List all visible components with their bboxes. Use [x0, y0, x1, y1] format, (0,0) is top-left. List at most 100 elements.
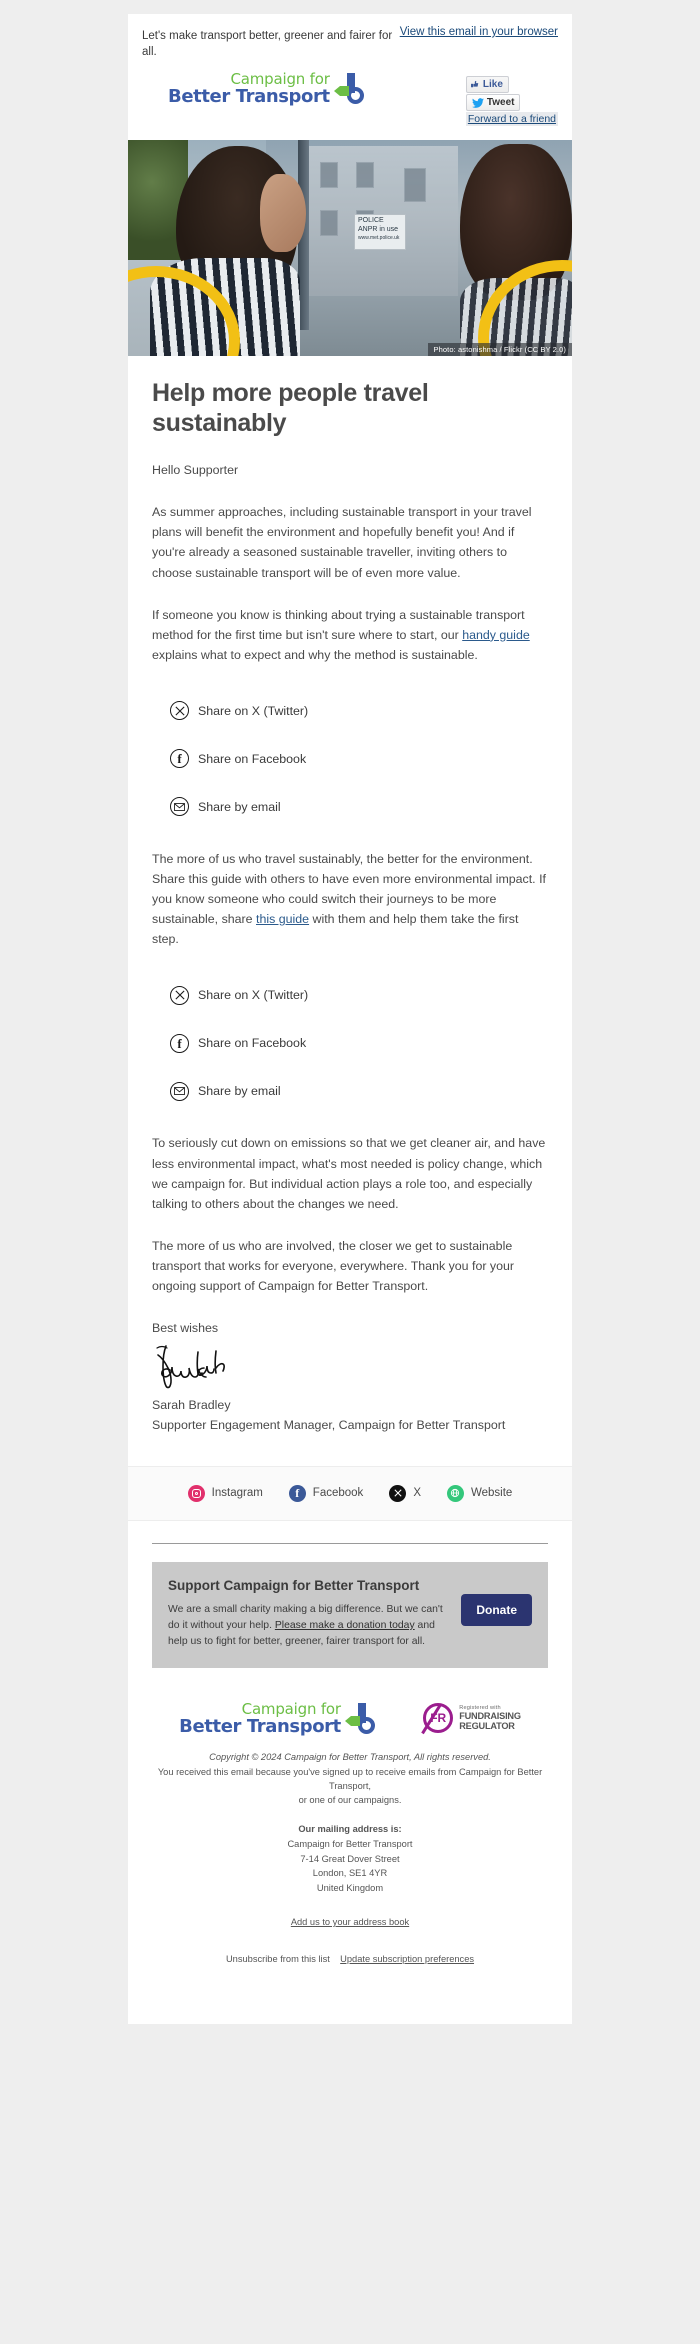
donation-link[interactable]: Please make a donation today: [275, 1620, 415, 1631]
paragraph-1: As summer approaches, including sustaina…: [152, 505, 532, 580]
share-by-email-label: Share by email: [198, 799, 281, 814]
email-footer: Campaign for Better Transport FR Registe…: [128, 1692, 572, 1991]
envelope-icon: [170, 1081, 189, 1101]
x-icon: [170, 701, 189, 721]
signer-name: Sarah Bradley: [152, 1398, 231, 1413]
share-by-email-label-2: Share by email: [198, 1084, 281, 1099]
share-on-x-label: Share on X (Twitter): [198, 703, 309, 718]
greeting-text: Hello Supporter: [152, 463, 239, 478]
share-group-2: Share on X (Twitter) f Share on Facebook…: [152, 971, 548, 1115]
address-line-2: 7-14 Great Dover Street: [300, 1853, 400, 1864]
social-link-instagram[interactable]: Instagram: [187, 1484, 263, 1502]
copyright-text: Copyright © 2024 Campaign for Better Tra…: [209, 1752, 491, 1763]
page-title: Help more people travel sustainably: [152, 379, 429, 438]
social-label-facebook: Facebook: [312, 1487, 364, 1500]
brand-mark-icon: [333, 72, 366, 106]
facebook-icon: f: [170, 1033, 189, 1053]
facebook-icon: f: [288, 1484, 306, 1502]
footer-brand-logo[interactable]: Campaign for Better Transport: [179, 1700, 377, 1736]
fr-badge-icon: FR: [423, 1703, 454, 1734]
forward-to-friend-link[interactable]: Forward to a friend: [465, 112, 558, 127]
p2-after: explains what to expect and why the meth…: [152, 647, 478, 662]
photo-credit: Photo: astonishma / Flickr (CC BY 2.0): [427, 343, 572, 357]
email-header: Campaign for Better Transport Like Tweet…: [128, 64, 572, 141]
share-on-facebook-label: Share on Facebook: [198, 751, 307, 766]
footer-logos: Campaign for Better Transport FR Registe…: [152, 1696, 548, 1750]
signer-title: Supporter Engagement Manager, Campaign f…: [152, 1418, 506, 1432]
fr-name-line-1: FUNDRAISING: [459, 1711, 521, 1722]
brand-logo[interactable]: Campaign for Better Transport: [142, 70, 366, 106]
social-label-x: X: [413, 1487, 421, 1500]
support-block: Support Campaign for Better Transport We…: [152, 1561, 548, 1669]
footer-copyright-block: Copyright © 2024 Campaign for Better Tra…: [152, 1750, 548, 1808]
share-on-x-label-2: Share on X (Twitter): [198, 988, 309, 1003]
x-icon: [170, 985, 189, 1005]
email-body: Help more people travel sustainably Hell…: [128, 356, 572, 1452]
address-line-3: London, SE1 4YR: [312, 1868, 388, 1879]
reason-line-1: You received this email because you've s…: [157, 1766, 543, 1792]
preheader: Let's make transport better, greener and…: [128, 14, 572, 65]
share-by-email-row[interactable]: Share by email: [152, 783, 548, 831]
social-label-instagram: Instagram: [211, 1487, 263, 1500]
twitter-tweet-button[interactable]: Tweet: [465, 94, 521, 112]
social-link-facebook[interactable]: f Facebook: [288, 1484, 364, 1502]
share-by-email-row-2[interactable]: Share by email: [152, 1067, 548, 1115]
paragraph-5: The more of us who are involved, the clo…: [152, 1238, 515, 1293]
update-preferences-link[interactable]: Update subscription preferences: [340, 1954, 474, 1964]
twitter-bird-icon: [471, 97, 484, 108]
best-wishes-text: Best wishes: [152, 1321, 219, 1336]
share-on-x-row[interactable]: Share on X (Twitter): [152, 687, 548, 735]
share-on-facebook-row-2[interactable]: f Share on Facebook: [152, 1019, 548, 1067]
social-link-website[interactable]: Website: [446, 1484, 513, 1502]
brand-line-2: Better Transport: [168, 85, 330, 107]
donate-button[interactable]: Donate: [461, 1593, 532, 1626]
share-on-x-row-2[interactable]: Share on X (Twitter): [152, 971, 548, 1019]
fundraising-regulator-logo: FR Registered with FUNDRAISING REGULATOR: [423, 1703, 521, 1734]
social-links-bar: Instagram f Facebook X Website: [128, 1465, 572, 1521]
address-line-4: United Kingdom: [316, 1883, 384, 1894]
mailing-address-block: Our mailing address is: Campaign for Bet…: [152, 1822, 548, 1896]
address-line-1: Campaign for Better Transport: [287, 1838, 413, 1849]
share-on-facebook-label-2: Share on Facebook: [198, 1036, 307, 1051]
view-in-browser-link[interactable]: View this email in your browser: [400, 26, 558, 38]
social-link-x[interactable]: X: [389, 1484, 421, 1502]
facebook-icon: f: [170, 749, 189, 769]
facebook-like-label: Like: [482, 79, 503, 91]
support-title: Support Campaign for Better Transport: [168, 1577, 420, 1593]
add-to-address-book-link[interactable]: Add us to your address book: [291, 1917, 409, 1927]
support-copy: We are a small charity making a big diff…: [168, 1602, 447, 1650]
footer-spacer: [128, 1990, 572, 2024]
email-container: Let's make transport better, greener and…: [128, 14, 572, 2025]
envelope-icon: [170, 797, 189, 817]
share-on-facebook-row[interactable]: f Share on Facebook: [152, 735, 548, 783]
brand-mark-icon: [344, 1702, 377, 1736]
x-icon: [389, 1484, 407, 1502]
facebook-like-button[interactable]: Like: [465, 76, 509, 94]
address-book-row: Add us to your address book: [152, 1912, 548, 1930]
footer-subscription-row: Unsubscribe from this list Update subscr…: [152, 1950, 548, 1964]
paragraph-2: If someone you know is thinking about tr…: [152, 605, 548, 665]
unsubscribe-link[interactable]: Unsubscribe from this list: [226, 1954, 330, 1964]
address-heading: Our mailing address is:: [298, 1823, 402, 1834]
footer-divider: [152, 1542, 548, 1544]
twitter-tweet-label: Tweet: [486, 97, 515, 109]
share-group-1: Share on X (Twitter) f Share on Facebook…: [152, 687, 548, 831]
reason-line-2: or one of our campaigns.: [298, 1795, 402, 1806]
footer-brand-line-2: Better Transport: [179, 1715, 341, 1737]
instagram-icon: [187, 1484, 205, 1502]
handy-guide-link[interactable]: handy guide: [462, 628, 530, 642]
social-widgets: Like Tweet Forward to a friend: [465, 70, 558, 127]
passenger-left-face: [260, 174, 306, 253]
fr-name-line-2: REGULATOR: [459, 1721, 515, 1732]
preheader-text: Let's make transport better, greener and…: [142, 30, 393, 59]
signature-image: [152, 1344, 548, 1390]
email-page: Let's make transport better, greener and…: [0, 0, 700, 2025]
thumbs-up-icon: [470, 81, 479, 88]
hero-image: POLICE ANPR in use www.met.police.uk Pho…: [128, 140, 572, 357]
globe-icon: [446, 1484, 464, 1502]
police-sign: POLICE ANPR in use www.met.police.uk: [354, 214, 406, 251]
this-guide-link[interactable]: this guide: [256, 912, 309, 926]
social-label-website: Website: [470, 1487, 513, 1500]
paragraph-4: To seriously cut down on emissions so th…: [152, 1136, 546, 1211]
paragraph-3: The more of us who travel sustainably, t…: [152, 849, 548, 949]
